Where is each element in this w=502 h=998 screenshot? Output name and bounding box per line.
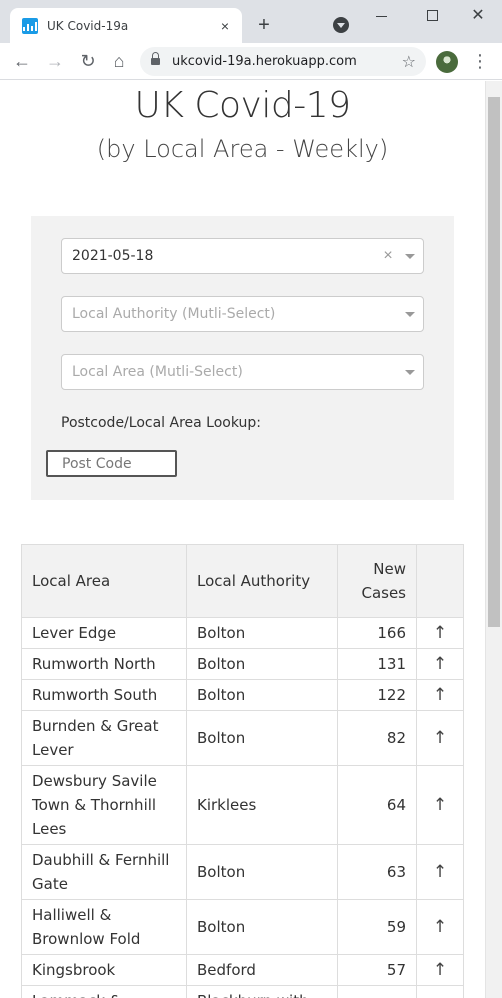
local-area-placeholder: Local Area (Mutli-Select) [72,364,243,380]
column-header-new-cases-line2: Cases [361,584,406,602]
date-select[interactable]: 2021-05-18 × [61,238,424,274]
table-row[interactable]: Burnden & Great Lever Bolton 82 ↑ [21,710,464,766]
table-row[interactable]: Halliwell & Brownlow Fold Bolton 59 ↑ [21,899,464,955]
trend-up-arrow-icon: ↑ [416,710,464,766]
cell-new-cases: 166 [337,617,417,649]
maximize-window-icon[interactable] [420,6,444,26]
page-viewport: UK Covid-19 (by Local Area - Weekly) 202… [0,81,485,998]
page-title: UK Covid-19 [134,85,351,126]
cell-local-authority: Bolton [186,710,338,766]
cell-local-authority: Bolton [186,679,338,711]
trend-up-arrow-icon: ↑ [416,954,464,986]
cell-local-area: Daubhill & Fernhill Gate [21,844,187,900]
table-row[interactable]: Kingsbrook Bedford 57 ↑ [21,954,464,986]
trend-up-arrow-icon: ↑ [416,679,464,711]
tab-search-icon[interactable] [333,17,349,33]
table-header-row: Local Area Local Authority New Cases [21,544,464,618]
cell-new-cases: 64 [337,765,417,845]
column-header-local-authority[interactable]: Local Authority [186,544,338,618]
browser-toolbar: ← → ↻ ⌂ ukcovid-19a.herokuapp.com ☆ ⋮ [0,43,502,80]
postcode-lookup-label: Postcode/Local Area Lookup: [61,415,262,431]
table-row[interactable]: Rumworth North Bolton 131 ↑ [21,648,464,680]
date-select-value: 2021-05-18 [72,248,154,264]
chevron-down-icon[interactable] [397,297,423,331]
column-header-local-area[interactable]: Local Area [21,544,187,618]
cell-new-cases: 63 [337,844,417,900]
tab-title: UK Covid-19a [47,18,129,33]
back-arrow-icon[interactable]: ← [10,49,34,73]
bookmark-star-icon[interactable]: ☆ [402,52,416,72]
cell-local-area: Lever Edge [21,617,187,649]
browser-tab-strip: UK Covid-19a × + ✕ [0,0,502,43]
cell-local-authority: Bolton [186,648,338,680]
url-text[interactable]: ukcovid-19a.herokuapp.com [172,54,402,69]
cell-local-authority: Bolton [186,617,338,649]
column-header-new-cases[interactable]: New Cases [337,544,417,618]
browser-menu-icon[interactable]: ⋮ [470,49,490,73]
table-row[interactable]: Daubhill & Fernhill Gate Bolton 63 ↑ [21,844,464,900]
trend-up-arrow-icon: ↑ [416,899,464,955]
cell-local-authority: Kirklees [186,765,338,845]
cell-local-authority: Bedford [186,954,338,986]
trend-up-arrow-icon: ↑ [416,985,464,998]
trend-up-arrow-icon: ↑ [416,844,464,900]
cell-local-area: Burnden & Great Lever [21,710,187,766]
home-icon[interactable]: ⌂ [107,49,131,73]
column-header-new-cases-line1: New [373,560,406,578]
browser-tab[interactable]: UK Covid-19a × [10,8,242,43]
chevron-down-icon[interactable] [397,239,423,273]
column-header-trend[interactable] [416,544,464,618]
cell-local-authority: Bolton [186,844,338,900]
cell-local-area: Rumworth North [21,648,187,680]
profile-avatar-icon[interactable] [436,51,458,73]
chevron-down-icon[interactable] [397,355,423,389]
cell-new-cases: 57 [337,954,417,986]
table-row[interactable]: Rumworth South Bolton 122 ↑ [21,679,464,711]
cell-new-cases: 56 [337,985,417,998]
close-window-icon[interactable]: ✕ [466,6,490,26]
results-table: Local Area Local Authority New Cases Lev… [21,544,464,998]
cell-new-cases: 59 [337,899,417,955]
cell-local-authority: Blackburn with Darwen [186,985,338,998]
scrollbar-thumb[interactable] [488,97,500,627]
local-area-select[interactable]: Local Area (Mutli-Select) [61,354,424,390]
trend-up-arrow-icon: ↑ [416,648,464,680]
cell-new-cases: 82 [337,710,417,766]
filter-panel: 2021-05-18 × Local Authority (Mutli-Sele… [31,216,454,500]
cell-local-area: Dewsbury Savile Town & Thornhill Lees [21,765,187,845]
table-row[interactable]: Dewsbury Savile Town & Thornhill Lees Ki… [21,765,464,845]
trend-up-arrow-icon: ↑ [416,765,464,845]
table-row[interactable]: Lever Edge Bolton 166 ↑ [21,617,464,649]
close-tab-icon[interactable]: × [216,17,234,35]
forward-arrow-icon[interactable]: → [43,49,67,73]
page-subtitle: (by Local Area - Weekly) [96,135,389,163]
postcode-input[interactable] [46,450,177,477]
reload-icon[interactable]: ↻ [76,49,100,73]
cell-local-area: Kingsbrook [21,954,187,986]
trend-up-arrow-icon: ↑ [416,617,464,649]
new-tab-button[interactable]: + [253,14,275,36]
cell-local-area: Rumworth South [21,679,187,711]
cell-local-authority: Bolton [186,899,338,955]
cell-new-cases: 122 [337,679,417,711]
local-authority-select[interactable]: Local Authority (Mutli-Select) [61,296,424,332]
local-authority-placeholder: Local Authority (Mutli-Select) [72,306,276,322]
cell-local-area: Halliwell & Brownlow Fold [21,899,187,955]
clear-icon[interactable]: × [379,247,397,265]
vertical-scrollbar[interactable] [485,81,502,998]
address-bar[interactable]: ukcovid-19a.herokuapp.com ☆ [140,47,426,76]
cell-local-area: Lammack & Revidge [21,985,187,998]
lock-icon[interactable] [151,52,160,67]
cell-new-cases: 131 [337,648,417,680]
table-row[interactable]: Lammack & Revidge Blackburn with Darwen … [21,985,464,998]
minimize-window-icon[interactable] [370,6,394,26]
chart-favicon-icon [22,17,38,34]
